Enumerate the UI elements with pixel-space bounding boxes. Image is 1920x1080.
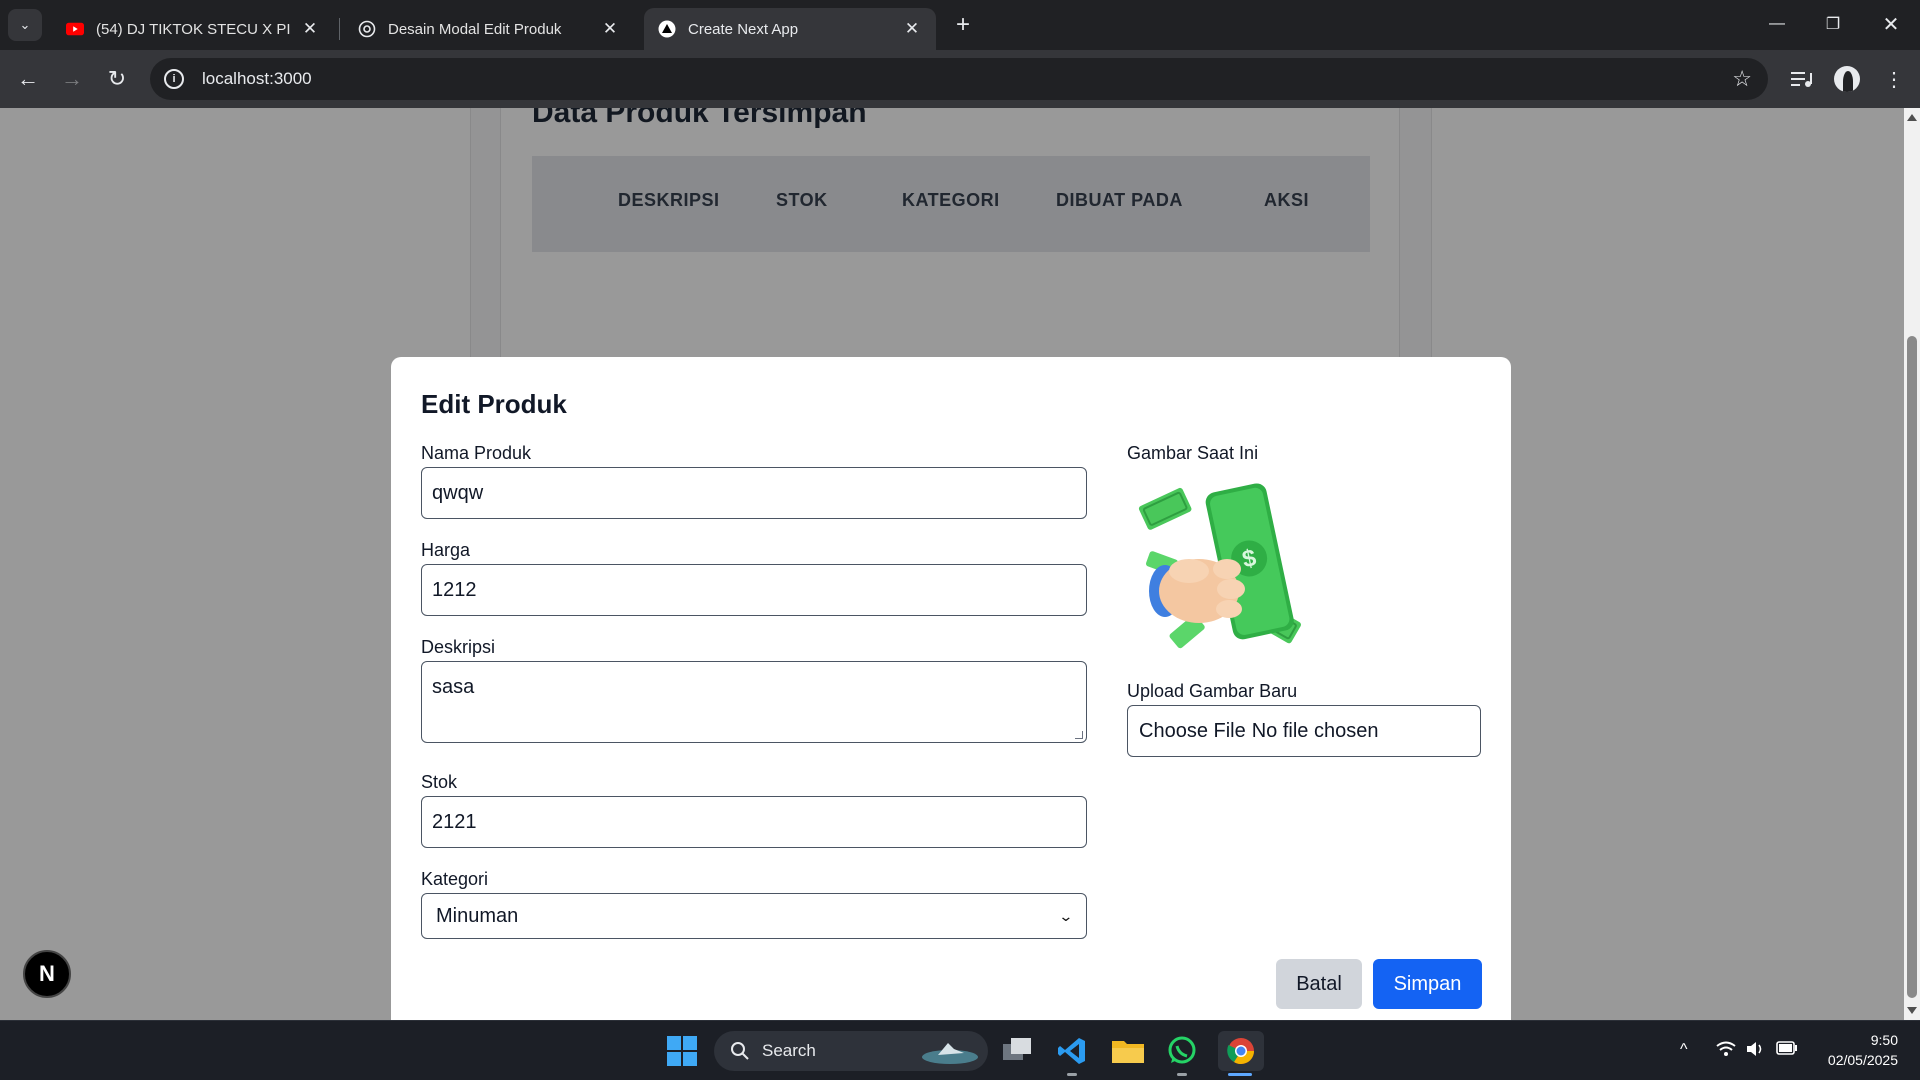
whatsapp-running-indicator <box>1177 1073 1187 1076</box>
menu-icon[interactable]: ⋮ <box>1880 65 1908 93</box>
media-control-icon[interactable] <box>1788 65 1816 93</box>
kategori-selected-value: Minuman <box>436 904 519 927</box>
modal-title: Edit Produk <box>421 389 567 419</box>
kategori-select[interactable]: Minuman ⌄ <box>421 893 1087 939</box>
taskbar-search-label: Search <box>762 1041 816 1060</box>
page-viewport: Data Produk Tersimpan DESKRIPSI STOK KAT… <box>0 108 1904 1020</box>
browser-toolbar: ← → ↻ i localhost:3000 ☆ ⋮ <box>0 50 1920 108</box>
chrome-active-indicator <box>1228 1073 1252 1076</box>
whatsapp-icon[interactable] <box>1162 1031 1202 1071</box>
save-button[interactable]: Simpan <box>1373 959 1482 1009</box>
clock-time: 9:50 <box>1870 1032 1898 1048</box>
browser-tabstrip: ⌄ (54) DJ TIKTOK STECU X PICA PI ✕ Desai… <box>0 0 1920 50</box>
url-text: localhost:3000 <box>202 69 312 88</box>
upload-image-label: Upload Gambar Baru <box>1127 681 1298 701</box>
deskripsi-label: Deskripsi <box>421 637 496 657</box>
kategori-label: Kategori <box>421 869 489 889</box>
reload-button[interactable]: ↻ <box>101 63 133 95</box>
windows-taskbar: Search ^ 9:50 02/05/2025 <box>0 1020 1920 1080</box>
scroll-up-arrow-icon[interactable] <box>1907 114 1917 121</box>
stok-input[interactable]: 2121 <box>421 796 1087 848</box>
deskripsi-value: sasa <box>432 676 475 698</box>
edit-product-modal: Edit Produk Nama Produk qwqw Harga 1212 … <box>391 357 1511 1020</box>
back-button[interactable]: ← <box>12 63 44 95</box>
stok-value: 2121 <box>432 810 477 833</box>
vscode-icon[interactable] <box>1052 1031 1092 1071</box>
reload-icon: ↻ <box>107 66 127 91</box>
windows-start-icon[interactable] <box>662 1031 702 1071</box>
choose-file-button[interactable]: Choose File <box>1139 720 1246 743</box>
chrome-icon[interactable] <box>1218 1031 1264 1071</box>
close-icon[interactable]: ✕ <box>600 19 620 39</box>
chevron-down-icon: ⌄ <box>19 17 31 32</box>
chevron-down-icon: ⌄ <box>1058 907 1074 924</box>
scroll-down-arrow-icon[interactable] <box>1907 1007 1917 1014</box>
profile-avatar[interactable] <box>1834 66 1860 92</box>
bookmark-star-icon[interactable]: ☆ <box>1732 66 1752 92</box>
tab-title: Desain Modal Edit Produk <box>388 20 562 38</box>
arrow-right-icon: → <box>61 66 83 91</box>
cancel-button[interactable]: Batal <box>1276 959 1362 1009</box>
system-clock[interactable]: 9:50 02/05/2025 <box>1828 1030 1898 1070</box>
battery-icon[interactable] <box>1776 1041 1798 1060</box>
harga-label: Harga <box>421 540 471 560</box>
clock-date: 02/05/2025 <box>1827 1052 1898 1068</box>
harga-input[interactable]: 1212 <box>421 564 1087 616</box>
new-tab-button[interactable]: + <box>948 10 978 40</box>
volume-icon[interactable] <box>1746 1041 1766 1062</box>
search-icon <box>730 1041 750 1061</box>
arrow-left-icon: ← <box>17 66 39 91</box>
wifi-icon[interactable] <box>1716 1041 1736 1062</box>
youtube-icon <box>66 20 84 38</box>
resize-handle-icon[interactable] <box>1075 731 1083 739</box>
page-scrollbar[interactable] <box>1904 108 1920 1020</box>
close-icon[interactable]: ✕ <box>902 19 922 39</box>
chevron-up-icon[interactable]: ^ <box>1680 1041 1688 1059</box>
file-upload-input[interactable]: Choose File No file chosen <box>1127 705 1481 757</box>
nama-produk-input[interactable]: qwqw <box>421 467 1087 519</box>
tab-title: (54) DJ TIKTOK STECU X PICA PI <box>96 20 290 38</box>
file-explorer-icon[interactable] <box>1108 1031 1148 1071</box>
tab-next-app[interactable]: Create Next App ✕ <box>644 8 936 50</box>
site-info-icon[interactable]: i <box>164 69 184 89</box>
deskripsi-textarea[interactable]: sasa <box>421 661 1087 743</box>
vscode-running-indicator <box>1067 1073 1077 1076</box>
search-highlight-icon <box>920 1037 980 1070</box>
chatgpt-icon <box>358 20 376 38</box>
restore-window-button[interactable]: ❐ <box>1810 6 1856 42</box>
tab-separator <box>339 18 340 40</box>
current-image-label: Gambar Saat Ini <box>1127 443 1259 463</box>
close-icon[interactable]: ✕ <box>300 19 320 39</box>
close-window-button[interactable]: ✕ <box>1868 6 1914 42</box>
current-product-image: $ <box>1127 473 1317 655</box>
scrollbar-thumb[interactable] <box>1907 336 1917 998</box>
file-status-text: No file chosen <box>1251 719 1379 742</box>
tab-youtube[interactable]: (54) DJ TIKTOK STECU X PICA PI ✕ <box>52 8 334 50</box>
tab-title: Create Next App <box>688 20 799 38</box>
stok-label: Stok <box>421 772 458 792</box>
harga-value: 1212 <box>432 578 477 601</box>
nextjs-dev-indicator[interactable]: N <box>23 950 71 998</box>
task-view-icon[interactable] <box>998 1031 1038 1071</box>
forward-button[interactable]: → <box>56 63 88 95</box>
nextjs-icon <box>658 20 676 38</box>
minimize-window-button[interactable]: — <box>1754 6 1800 42</box>
taskbar-search[interactable]: Search <box>714 1031 988 1071</box>
tab-search-button[interactable]: ⌄ <box>8 9 42 41</box>
tab-chatgpt[interactable]: Desain Modal Edit Produk ✕ <box>344 8 634 50</box>
nama-produk-value: qwqw <box>432 481 484 504</box>
address-bar[interactable]: i localhost:3000 ☆ <box>150 58 1768 100</box>
nama-produk-label: Nama Produk <box>421 443 532 463</box>
